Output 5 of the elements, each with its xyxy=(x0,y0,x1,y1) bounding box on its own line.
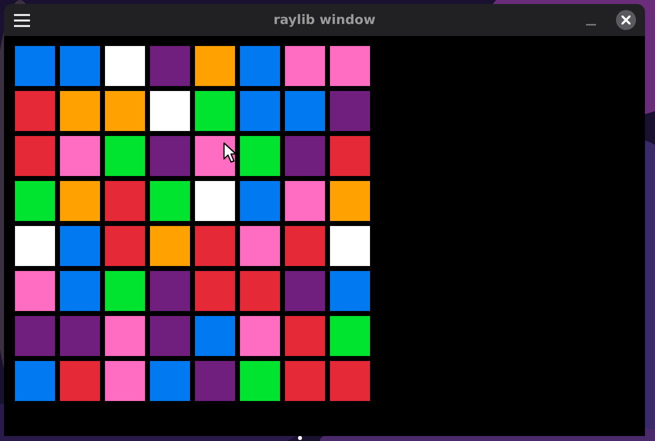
cursor-icon xyxy=(223,142,237,164)
menu-icon[interactable] xyxy=(14,14,30,26)
minimize-icon[interactable] xyxy=(586,24,596,26)
window-title: raylib window xyxy=(274,12,376,28)
close-icon[interactable] xyxy=(616,10,636,30)
